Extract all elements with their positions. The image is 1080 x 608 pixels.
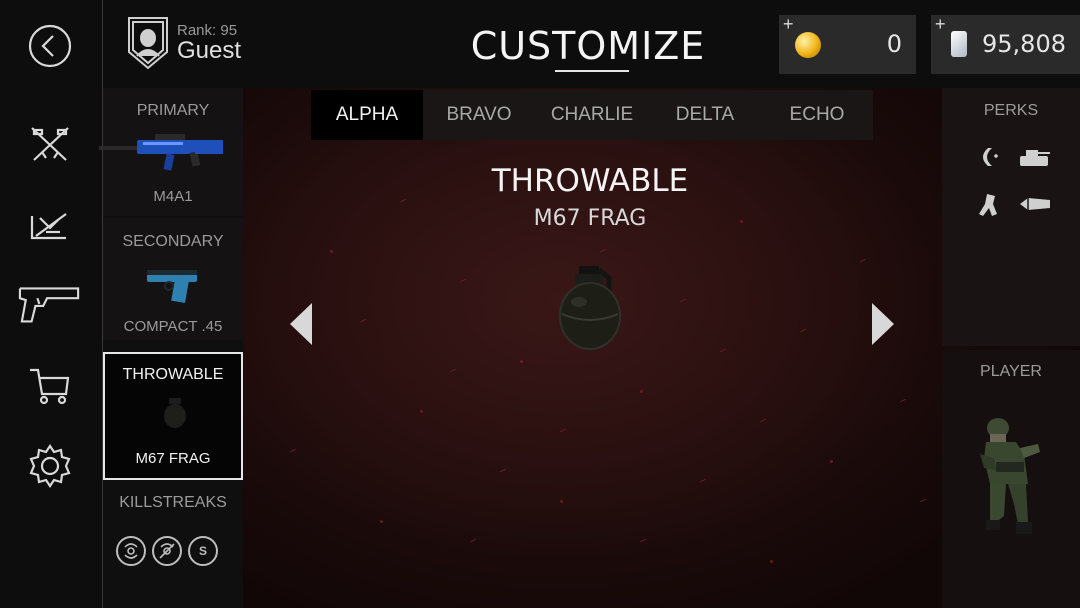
previous-item-arrow-icon[interactable]	[290, 303, 312, 345]
throwable-slot[interactable]: THROWABLE M67 FRAG	[103, 352, 243, 480]
throwable-name: M67 FRAG	[135, 450, 211, 467]
nav-store-button[interactable]	[18, 358, 82, 414]
header-bar: Rank: 95 Guest CUSTOMIZE + 0 + 95,808	[103, 0, 1080, 88]
no-radar-icon[interactable]	[152, 536, 182, 566]
nav-loadout-button[interactable]	[18, 276, 82, 332]
gold-amount: 0	[886, 30, 902, 58]
pistol-icon	[18, 287, 80, 323]
secondary-weapon-slot[interactable]: SECONDARY COMPACT .45	[103, 218, 243, 340]
item-category-title: THROWABLE	[491, 163, 689, 199]
cash-currency-box[interactable]: + 95,808	[931, 14, 1080, 74]
primary-weapon-slot[interactable]: PRIMARY M4A1	[99, 88, 243, 216]
nav-settings-button[interactable]	[18, 438, 82, 494]
loadout-tabs: ALPHA BRAVO CHARLIE DELTA ECHO	[311, 90, 873, 140]
back-arrow-icon	[28, 24, 72, 68]
killstreaks-slot[interactable]: KILLSTREAKS S	[103, 484, 243, 608]
add-gold-icon[interactable]: +	[783, 14, 794, 35]
soldier-model-preview	[980, 418, 1040, 534]
page-title: CUSTOMIZE	[470, 24, 706, 68]
next-item-arrow-icon[interactable]	[872, 303, 894, 345]
nav-weapons-button[interactable]	[18, 115, 82, 171]
secondary-slot-header: SECONDARY	[122, 233, 224, 250]
player-rank-card[interactable]: Rank: 95 Guest	[125, 14, 241, 72]
player-title: PLAYER	[980, 363, 1042, 380]
tab-charlie[interactable]: CHARLIE	[535, 90, 649, 140]
bullet-perk-icon[interactable]	[1018, 196, 1052, 212]
compact45-pistol-icon	[147, 270, 197, 304]
perks-title: PERKS	[983, 102, 1039, 119]
left-nav	[0, 0, 103, 608]
back-button[interactable]	[18, 18, 82, 74]
tab-alpha[interactable]: ALPHA	[311, 90, 423, 140]
shopping-cart-icon	[30, 368, 70, 405]
tank-perk-icon[interactable]	[1018, 146, 1052, 168]
cash-note-icon	[951, 31, 967, 57]
rank-label: Rank: 95	[177, 21, 238, 39]
s-badge-icon[interactable]: S	[188, 536, 218, 566]
rank-shield-icon	[128, 17, 168, 70]
tab-bravo[interactable]: BRAVO	[423, 90, 535, 140]
gold-currency-box[interactable]: + 0	[779, 14, 916, 74]
player-name: Guest	[177, 36, 242, 64]
attachments-icon	[30, 213, 67, 240]
m67-grenade-preview	[559, 266, 621, 350]
m4a1-rifle-icon	[99, 134, 223, 171]
runner-perk-icon[interactable]	[977, 192, 999, 218]
perks-panel: PERKS	[942, 88, 1080, 346]
add-cash-icon[interactable]: +	[935, 14, 946, 35]
secondary-weapon-name: COMPACT .45	[123, 318, 223, 335]
loadout-column: PRIMARY M4A1 SECONDARY COMPACT .45 THROW…	[99, 88, 243, 608]
radar-icon[interactable]	[116, 536, 146, 566]
gold-coin-icon	[795, 32, 821, 58]
crossed-rifles-icon	[31, 127, 69, 161]
player-panel[interactable]: PLAYER	[942, 350, 1080, 608]
cash-amount: 95,808	[982, 30, 1066, 58]
title-underline	[555, 70, 629, 72]
grenade-thumbnail-icon	[164, 398, 186, 428]
gear-icon	[29, 444, 71, 488]
nav-attachments-button[interactable]	[18, 198, 82, 254]
throwable-slot-header: THROWABLE	[122, 366, 224, 383]
item-name: M67 FRAG	[533, 206, 647, 231]
sound-perk-icon[interactable]	[978, 146, 1000, 168]
tab-delta[interactable]: DELTA	[649, 90, 761, 140]
s-badge-label: S	[198, 544, 207, 558]
killstreaks-header: KILLSTREAKS	[119, 494, 227, 511]
primary-weapon-name: M4A1	[153, 188, 193, 205]
primary-slot-header: PRIMARY	[136, 102, 210, 119]
tab-echo[interactable]: ECHO	[761, 90, 873, 140]
